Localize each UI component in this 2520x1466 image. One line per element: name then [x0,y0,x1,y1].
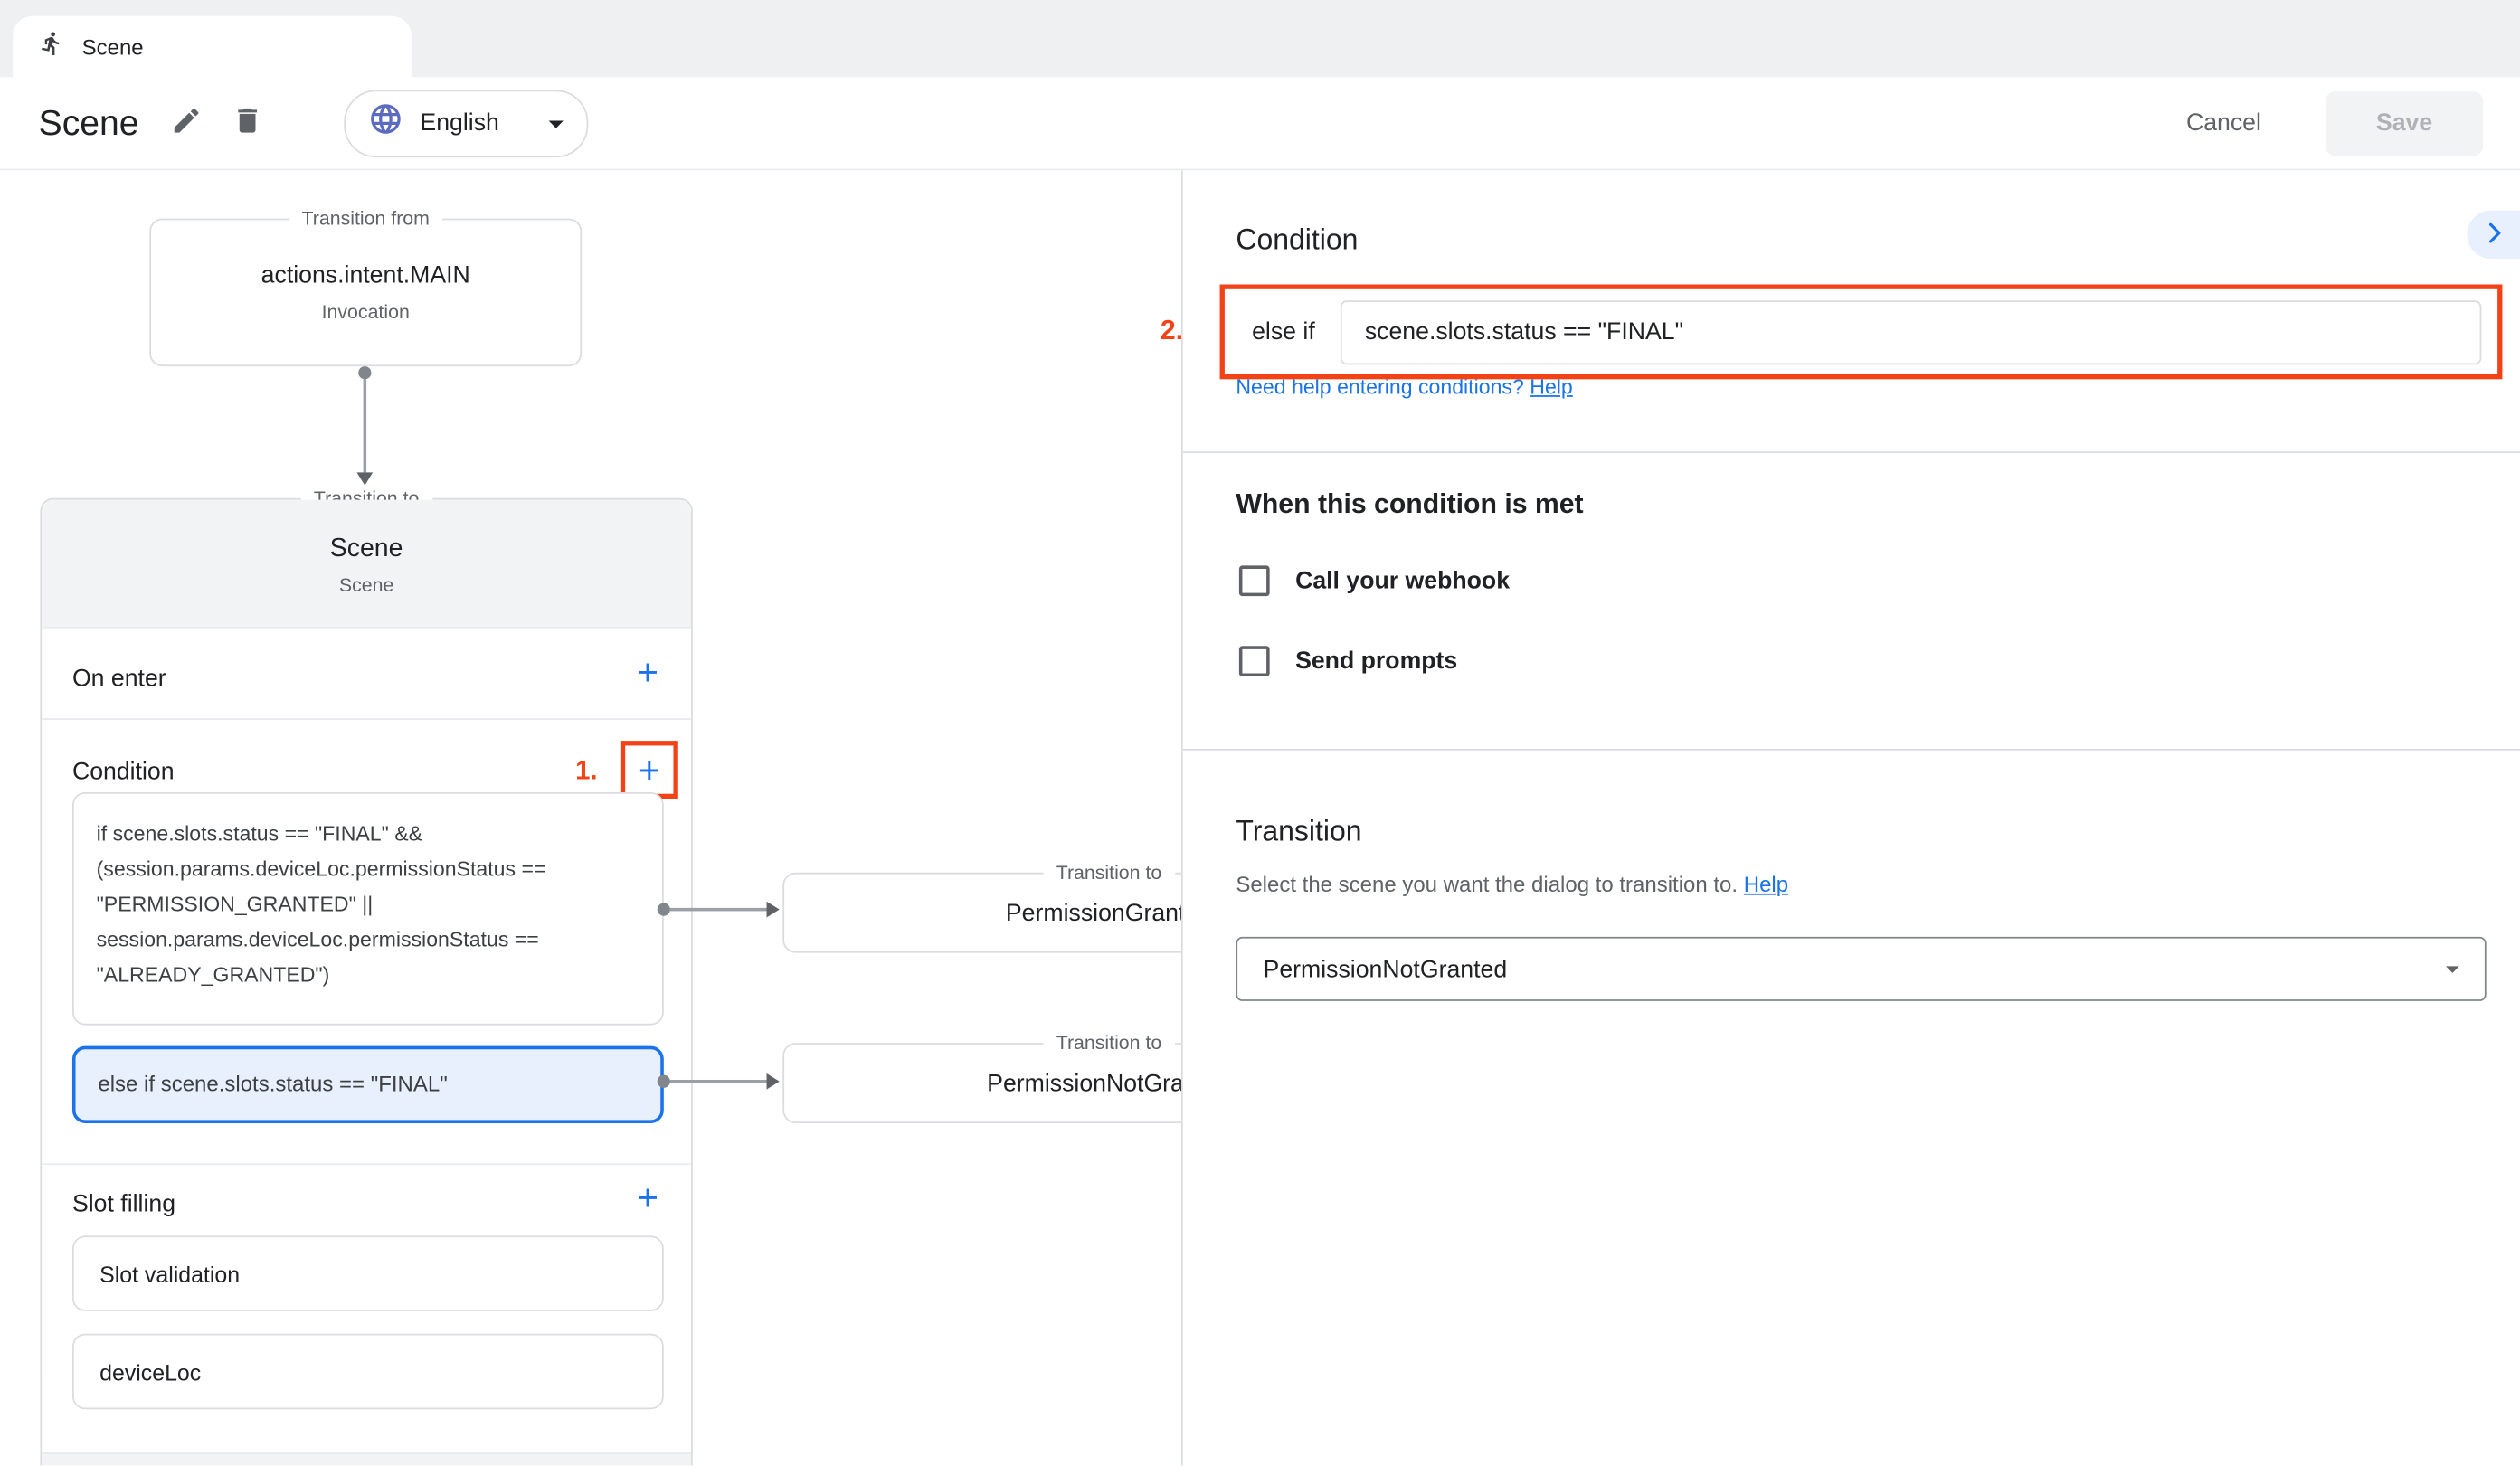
scene-type: Scene [42,573,691,596]
connector-line [364,379,367,472]
checkbox-icon[interactable] [1239,646,1270,676]
app-window: Scene Scene English Cancel Save [0,0,2520,1465]
cancel-button[interactable]: Cancel [2176,108,2270,138]
condition-prefix-label: else if [1252,318,1315,345]
transition-from-box[interactable]: Transition from actions.intent.MAIN Invo… [149,219,582,366]
language-selector[interactable]: English [345,90,588,157]
transition-section-title: Transition [1236,815,1361,848]
chevron-right-icon [2479,218,2508,251]
connector-arrowhead [767,902,780,918]
connector-dot [358,366,371,379]
add-on-enter-button[interactable]: + [627,651,668,693]
slot-filling-label: Slot filling [72,1191,175,1218]
tab-strip: Scene [0,0,2520,77]
tab-scene[interactable]: Scene [13,16,412,78]
page-title: Scene [39,102,139,144]
header-bar: Scene English Cancel Save [0,77,2520,170]
intent-name: actions.intent.MAIN [261,262,470,289]
slot-deviceloc-item[interactable]: deviceLoc [72,1334,664,1410]
condition-item-2-selected[interactable]: else if scene.slots.status == "FINAL" [72,1046,664,1123]
condition-item-1[interactable]: if scene.slots.status == "FINAL" && (ses… [72,792,664,1026]
panel-title: Condition [1236,223,1358,257]
condition-expression-input[interactable] [1341,299,2481,364]
transition-description: Select the scene you want the dialog to … [1236,873,1788,897]
connector-line [670,1080,767,1083]
annotation-1: 1. [575,757,597,788]
when-condition-met-title: When this condition is met [1236,488,1583,521]
transition-description-text: Select the scene you want the dialog to … [1236,873,1738,897]
divider [1183,749,2520,751]
globe-icon [369,101,404,145]
condition-detail-panel: Condition 2. else if Need help entering … [1181,170,2520,1465]
annotation-box-1: + [621,741,678,799]
edit-scene-button[interactable] [165,98,210,147]
annotation-2: 2. [1161,315,1183,347]
collapse-panel-button[interactable] [2467,211,2520,259]
add-condition-button[interactable]: + [629,749,670,790]
call-webhook-row[interactable]: Call your webhook [1239,565,1510,596]
tab-label: Scene [82,34,144,59]
send-prompts-label: Send prompts [1295,648,1457,675]
selected-scene-label: PermissionNotGranted [1264,955,1508,982]
caret-down-icon [2437,953,2469,986]
divider [1183,451,2520,453]
connector-dot [658,1075,670,1088]
condition-section-label: Condition [72,759,175,786]
condition-editor: else if [1220,284,2503,379]
on-enter-label: On enter [72,666,166,693]
scene-name: Scene [42,535,691,564]
divider [42,1163,691,1165]
trash-icon [232,104,265,141]
call-webhook-label: Call your webhook [1295,567,1510,594]
connector-dot [658,903,670,916]
transition-to-chip: Transition to [1043,860,1174,887]
caret-down-icon [537,105,573,140]
scene-card-header[interactable]: Scene Scene [42,500,691,629]
transition-help-link[interactable]: Help [1744,873,1788,897]
checkbox-icon[interactable] [1239,565,1270,596]
send-prompts-row[interactable]: Send prompts [1239,646,1457,676]
transition-from-chip: Transition from [289,205,442,232]
save-button[interactable]: Save [2326,90,2483,155]
connector-arrowhead [767,1073,780,1090]
connector-arrowhead [356,472,373,485]
language-label: English [420,109,498,137]
divider [42,718,691,720]
scene-card: Transition to Scene Scene On enter + Con… [40,498,692,1466]
transition-scene-select[interactable]: PermissionNotGranted [1236,937,2486,1001]
intent-type: Invocation [322,300,410,323]
add-slot-button[interactable]: + [627,1177,668,1218]
actions-runner-icon [39,30,64,63]
main-area: Transition from actions.intent.MAIN Invo… [0,170,2520,1465]
delete-scene-button[interactable] [225,98,270,147]
connector-line [670,908,767,912]
scene-card-footer [42,1452,691,1465]
transition-to-chip: Transition to [1043,1030,1174,1057]
pencil-icon [171,104,204,141]
slot-validation-item[interactable]: Slot validation [72,1235,664,1311]
